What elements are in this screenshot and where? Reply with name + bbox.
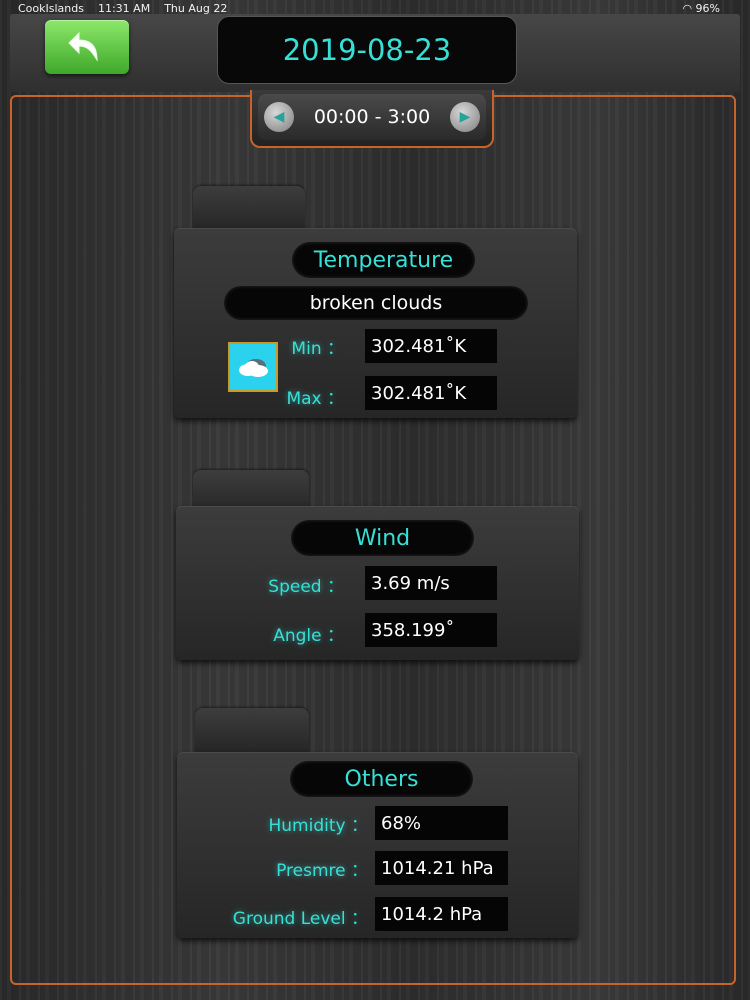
- pressure-label: Presmre ：: [276, 861, 368, 881]
- triangle-left-icon: ◀: [273, 109, 285, 125]
- wind-speed-value: 3.69 m/s: [365, 566, 497, 600]
- ground-level-value: 1014.2 hPa: [375, 897, 508, 931]
- time-range-label: 00:00 - 3:00: [313, 106, 431, 128]
- wind-title: Wind: [291, 520, 474, 556]
- min-temp-label: Min ：: [291, 339, 344, 359]
- next-time-button[interactable]: ▶: [449, 102, 480, 132]
- ground-level-label: Ground Level ：: [232, 909, 368, 929]
- max-temp-value: 302.481˚K: [365, 376, 497, 410]
- time-selector: ◀ 00:00 - 3:00 ▶: [250, 90, 494, 148]
- temperature-title: Temperature: [292, 242, 475, 278]
- others-title: Others: [290, 761, 473, 797]
- humidity-label: Humidity ：: [268, 816, 369, 836]
- weather-description: broken clouds: [224, 286, 528, 320]
- temperature-panel-tab: [193, 186, 305, 232]
- max-temp-label: Max ：: [286, 389, 344, 409]
- others-panel-tab: [195, 708, 309, 754]
- back-button[interactable]: [45, 20, 129, 74]
- wind-speed-label: Speed ：: [268, 577, 344, 597]
- prev-time-button[interactable]: ◀: [264, 102, 294, 132]
- humidity-value: 68%: [375, 806, 508, 840]
- cloud-icon: [228, 342, 278, 392]
- min-temp-value: 302.481˚K: [365, 329, 497, 363]
- triangle-right-icon: ▶: [459, 109, 471, 125]
- wind-angle-value: 358.199˚: [365, 613, 497, 647]
- wind-angle-label: Angle ：: [273, 626, 344, 646]
- date-display: 2019-08-23: [217, 16, 517, 84]
- back-arrow-icon: [68, 31, 98, 62]
- pressure-value: 1014.21 hPa: [375, 851, 508, 885]
